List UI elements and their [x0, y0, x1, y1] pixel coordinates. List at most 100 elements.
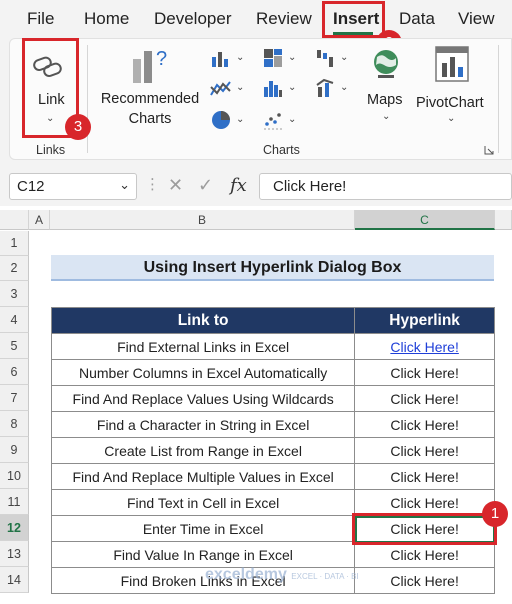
column-header-b[interactable]: B	[50, 210, 355, 230]
selected-cell-highlight	[352, 513, 497, 545]
watermark-brand: exceldemy	[205, 566, 287, 583]
tab-file[interactable]: File	[27, 9, 54, 29]
link-to-cell[interactable]: Find Value In Range in Excel	[50, 541, 356, 568]
chevron-down-icon[interactable]: ⌄	[236, 82, 244, 93]
dialog-launcher-icon[interactable]	[484, 145, 494, 155]
tab-review[interactable]: Review	[256, 9, 312, 29]
link-to-cell[interactable]: Find And Replace Multiple Values in Exce…	[50, 463, 356, 490]
link-to-cell[interactable]: Find a Character in String in Excel	[50, 411, 356, 438]
sheet-title[interactable]: Using Insert Hyperlink Dialog Box	[51, 255, 494, 281]
row-header-1[interactable]: 1	[0, 231, 29, 256]
row-header-5[interactable]: 5	[0, 333, 29, 359]
statistic-chart-icon[interactable]	[262, 77, 284, 99]
step-badge-3: 3	[65, 114, 91, 140]
watermark-tagline: EXCEL · DATA · BI	[291, 572, 359, 581]
table-body: Find External Links in Excel Click Here! N…	[50, 333, 495, 594]
chevron-down-icon[interactable]: ⌄	[119, 177, 130, 193]
maps-label: Maps	[367, 92, 403, 108]
table-row: Create List from Range in Excel Click Her…	[50, 437, 495, 464]
formula-input[interactable]: Click Here!	[259, 173, 512, 200]
hyperlink-cell[interactable]: Click Here!	[354, 385, 495, 412]
pivotchart-icon	[435, 46, 469, 82]
insert-tab-highlight	[322, 1, 385, 38]
recommended-charts-label: Recommended	[100, 91, 200, 107]
chevron-down-icon: ⌄	[447, 113, 456, 124]
header-hyperlink[interactable]: Hyperlink	[354, 307, 495, 334]
row-header-12[interactable]: 12	[0, 515, 29, 541]
group-separator	[87, 45, 88, 153]
table-row: Find a Character in String in Excel Click…	[50, 411, 495, 438]
formula-bar-grip-icon: ⋮	[145, 176, 160, 193]
table-row: Find And Replace Multiple Values in Exce…	[50, 463, 495, 490]
chevron-down-icon: ⌄	[382, 111, 391, 122]
tab-developer[interactable]: Developer	[154, 9, 232, 29]
chevron-down-icon[interactable]: ⌄	[288, 52, 296, 63]
column-header-c[interactable]: C	[355, 210, 495, 230]
name-box[interactable]: C12 ⌄	[9, 173, 137, 200]
row-header-14[interactable]: 14	[0, 567, 29, 593]
hyperlink-cell[interactable]: Click Here!	[354, 359, 495, 386]
row-header-8[interactable]: 8	[0, 411, 29, 437]
link-to-cell[interactable]: Find And Replace Values Using Wildcards	[50, 385, 356, 412]
row-header-2[interactable]: 2	[0, 256, 29, 281]
formula-buttons: ✕ ✓ fx	[160, 173, 255, 200]
hierarchy-chart-icon[interactable]	[262, 47, 284, 69]
row-header-6[interactable]: 6	[0, 359, 29, 385]
table-row: Find And Replace Values Using Wildcards C…	[50, 385, 495, 412]
link-to-cell[interactable]: Find External Links in Excel	[50, 333, 356, 360]
select-all-corner[interactable]	[0, 210, 29, 230]
enter-icon[interactable]: ✓	[198, 175, 213, 196]
cancel-icon[interactable]: ✕	[168, 175, 183, 196]
chevron-down-icon[interactable]: ⌄	[340, 52, 348, 63]
column-header-a[interactable]: A	[29, 210, 50, 230]
row-header-4[interactable]: 4	[0, 307, 29, 333]
tab-home[interactable]: Home	[84, 9, 129, 29]
watermark: exceldemy EXCEL · DATA · BI	[205, 566, 359, 584]
hyperlink-cell[interactable]: Click Here!	[354, 333, 495, 360]
line-chart-icon[interactable]	[210, 79, 232, 99]
chevron-down-icon[interactable]: ⌄	[288, 114, 296, 125]
combo-chart-icon[interactable]	[315, 77, 337, 99]
link-to-cell[interactable]: Number Columns in Excel Automatically	[50, 359, 356, 386]
tab-data[interactable]: Data	[399, 9, 435, 29]
row-header-9[interactable]: 9	[0, 437, 29, 463]
table-row: Number Columns in Excel Automatically Cli…	[50, 359, 495, 386]
hyperlink-table: Link to Hyperlink Find External Links in…	[50, 307, 495, 594]
row-header-13[interactable]: 13	[0, 541, 29, 567]
hyperlink-cell[interactable]: Click Here!	[354, 463, 495, 490]
column-header-d[interactable]	[495, 210, 512, 230]
chevron-down-icon[interactable]: ⌄	[288, 82, 296, 93]
formula-bar: C12 ⌄ ⋮ ✕ ✓ fx Click Here!	[0, 162, 512, 206]
links-group-label: Links	[36, 143, 66, 157]
pivotchart-label: PivotChart	[416, 95, 484, 111]
link-to-cell[interactable]: Create List from Range in Excel	[50, 437, 356, 464]
hyperlink-cell[interactable]: Click Here!	[354, 567, 495, 594]
recommended-charts-label-2: Charts	[128, 111, 172, 127]
table-row: Find Text in Cell in Excel Click Here!	[50, 489, 495, 516]
waterfall-chart-icon[interactable]	[315, 47, 337, 69]
row-header-10[interactable]: 10	[0, 463, 29, 489]
hyperlink-cell[interactable]: Click Here!	[354, 437, 495, 464]
hyperlink-cell[interactable]: Click Here!	[354, 411, 495, 438]
scatter-chart-icon[interactable]	[262, 109, 284, 131]
maps-icon	[374, 50, 398, 78]
link-to-cell[interactable]: Find Text in Cell in Excel	[50, 489, 356, 516]
pie-chart-icon[interactable]	[210, 109, 232, 131]
header-link-to[interactable]: Link to	[50, 307, 356, 334]
chevron-down-icon[interactable]: ⌄	[236, 52, 244, 63]
chevron-down-icon[interactable]: ⌄	[236, 114, 244, 125]
row-header-7[interactable]: 7	[0, 385, 29, 411]
group-separator	[498, 45, 499, 153]
tab-view[interactable]: View	[458, 9, 495, 29]
insert-function-icon[interactable]: fx	[230, 175, 247, 196]
table-row: Find External Links in Excel Click Here!	[50, 333, 495, 360]
hyperlink-cell[interactable]: Click Here!	[354, 489, 495, 516]
name-box-value: C12	[17, 178, 45, 195]
row-header-3[interactable]: 3	[0, 281, 29, 307]
link-to-cell[interactable]: Enter Time in Excel	[50, 515, 356, 542]
menu-bar: File Home Developer Review Insert Data V…	[0, 0, 512, 38]
row-header-11[interactable]: 11	[0, 489, 29, 515]
hyperlink-cell[interactable]: Click Here!	[354, 541, 495, 568]
column-chart-icon[interactable]	[210, 49, 232, 69]
chevron-down-icon[interactable]: ⌄	[340, 82, 348, 93]
